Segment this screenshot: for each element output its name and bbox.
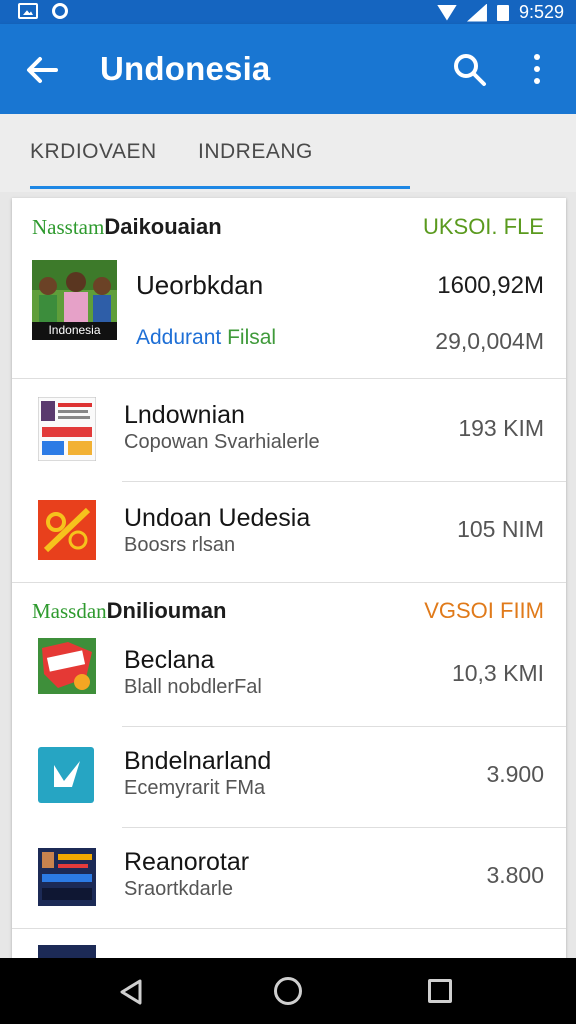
page-title: Undonesia [100, 50, 271, 87]
sticker-app-icon [38, 638, 96, 694]
item-title: Lndownian [124, 401, 245, 429]
signal-icon [466, 3, 487, 22]
list-item[interactable]: Lndownian Copowan Svarhialerle 193 KIM [12, 379, 566, 481]
featured-size: 1600,92M [437, 272, 544, 299]
item-subtitle: Sraortkdarle [124, 878, 233, 900]
featured-subtitle: Addurant [136, 326, 222, 349]
item-size: 3.800 [486, 862, 544, 888]
teal-app-icon [38, 747, 94, 803]
app-bar: Undonesia [0, 24, 576, 114]
document-thumbnail-icon [37, 396, 97, 462]
section-header: NasstamDaikouaian UKSOI. FLE [12, 198, 566, 240]
section-action[interactable]: UKSOI. FLE [423, 214, 544, 240]
item-subtitle: Ecemyrarit FMa [124, 777, 266, 799]
status-time: 9:529 [518, 2, 564, 22]
section-label: Massdan [32, 599, 107, 623]
section-label: Nasstam [32, 215, 105, 239]
section-title: Dniliouman [106, 598, 227, 623]
item-title: Beclana [124, 646, 215, 674]
tab-krdiovaen[interactable]: KRDIOVAEN [30, 140, 157, 164]
item-size: 193 KIM [458, 415, 544, 441]
more-vert-icon[interactable] [522, 50, 552, 90]
list-item[interactable]: Bndelnarland Ecemyrarit FMa 3.900 [12, 727, 566, 827]
item-size: 3.900 [486, 761, 544, 787]
item-subtitle: Copowan Svarhialerle [124, 431, 320, 453]
item-subtitle: Boosrs rlsan [124, 534, 236, 556]
status-bar: 9:529 [0, 0, 576, 24]
content-card: NasstamDaikouaian UKSOI. FLE Indonesia U… [12, 198, 566, 968]
list-item[interactable]: Beclana Blall nobdlerFal 10,3 KMI [12, 624, 566, 726]
sync-icon [52, 3, 68, 19]
tab-indreang[interactable]: INDREANG [198, 140, 313, 164]
list-item[interactable]: Reanorotar Sraortkdarle 3.800 [12, 828, 566, 928]
search-icon[interactable] [450, 50, 490, 90]
navigation-bar [0, 958, 576, 1024]
featured-row[interactable]: Indonesia Ueorbkdan Addurant Filsal 1600… [12, 256, 566, 378]
section-action[interactable]: VGSOI FIIM [424, 598, 544, 624]
nav-home-icon[interactable] [274, 977, 302, 1005]
gallery-icon [18, 3, 38, 19]
thumbnail-caption: Indonesia [48, 323, 101, 337]
nav-back-icon[interactable] [118, 978, 146, 1006]
item-title: Reanorotar [124, 848, 250, 876]
tab-bar: KRDIOVAEN INDREANG [0, 114, 576, 192]
section-title: Daikouaian [104, 214, 222, 239]
featured-size-secondary: 29,0,004M [435, 328, 544, 354]
wifi-icon [436, 4, 457, 21]
section-header: MassdanDniliouman VGSOI FIIM [12, 582, 566, 624]
red-app-icon [38, 500, 96, 560]
back-arrow-icon[interactable] [22, 50, 62, 90]
photo-thumbnail: Indonesia [32, 260, 117, 340]
item-size: 105 NIM [457, 516, 544, 542]
list-item[interactable]: Undoan Uedesia Boosrs rlsan 105 NIM [12, 482, 566, 582]
item-title: Bndelnarland [124, 747, 272, 775]
featured-title: Ueorbkdan [136, 270, 264, 300]
item-size: 10,3 KMI [451, 660, 544, 686]
item-title: Undoan Uedesia [124, 504, 311, 532]
nav-recents-icon[interactable] [428, 979, 452, 1003]
battery-icon [496, 4, 509, 21]
tab-indicator [30, 186, 410, 189]
item-subtitle: Blall nobdlerFal [124, 676, 262, 698]
featured-subtitle-accent: Filsal [227, 326, 277, 349]
poster-app-icon [38, 848, 96, 906]
